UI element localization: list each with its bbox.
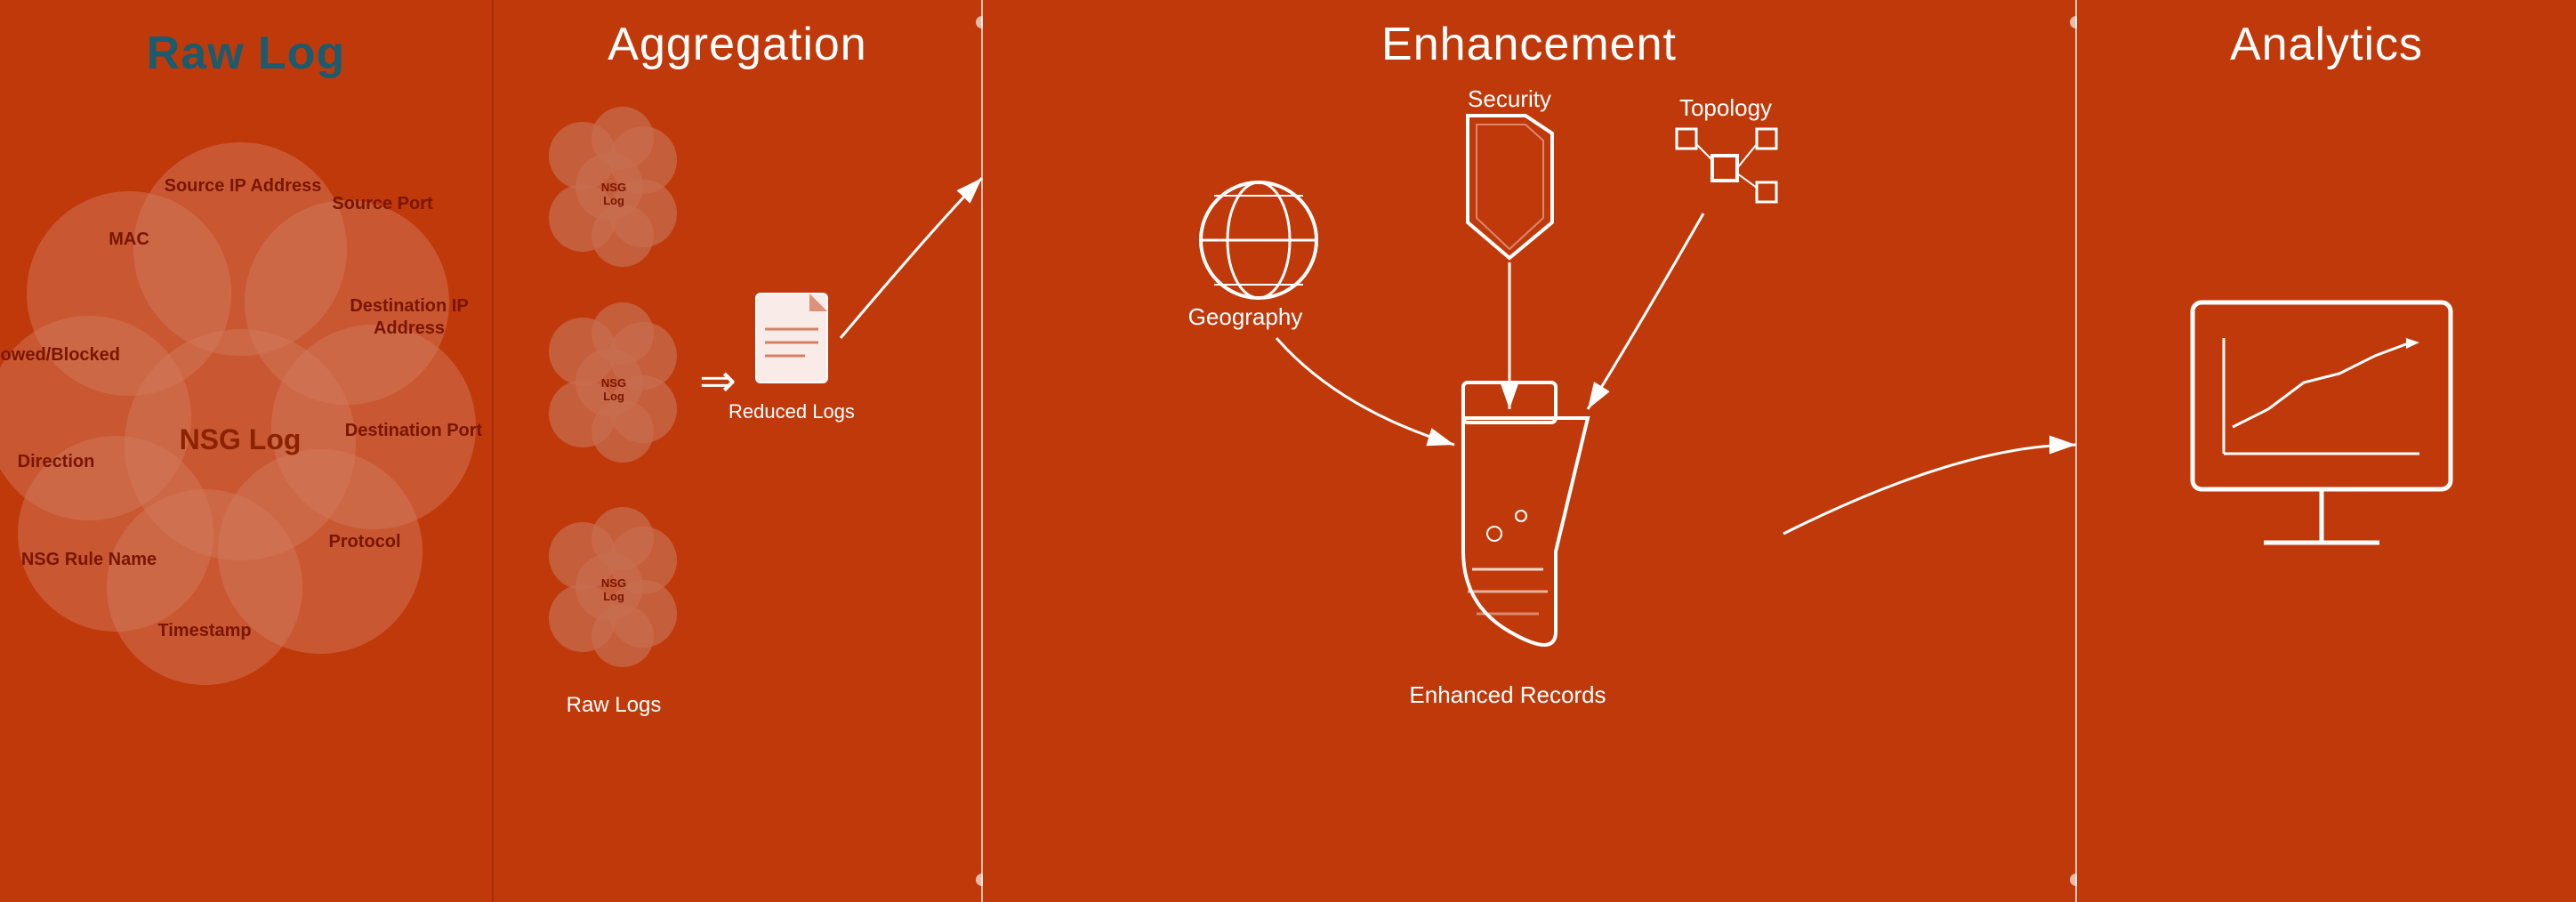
svg-text:Log: Log [603,194,624,207]
topology-icon-node3 [1677,129,1696,149]
topology-icon-node2 [1757,182,1776,202]
enhancement-scene: Geography Security Topology [983,0,2077,902]
aggregation-scene: NSG Log NSG Log NSG Log Raw Logs ⇒ [494,0,983,902]
reduced-logs-label: Reduced Logs [729,400,855,423]
timestamp-label: Timestamp [157,621,251,640]
enhanced-records-label: Enhanced Records [1409,681,1606,708]
chart-line [2233,342,2411,427]
top-left-circle [27,191,231,396]
nsg-bubble-3-7 [592,605,654,667]
nsg-log-label-1: NSG [601,181,626,194]
svg-text:Log: Log [603,590,624,603]
nsg-bubble-2-7 [592,400,654,463]
flask-bubble1 [1487,527,1501,541]
dest-ip-label2: Address [374,318,445,338]
topology-icon-center-node [1712,156,1737,181]
analytics-scene [2077,0,2576,902]
raw-logs-label: Raw Logs [567,693,662,717]
mac-label: MAC [109,230,149,249]
raw-log-section: Raw Log MAC Source IP Address Source Por… [0,0,494,902]
security-shield-icon-inner [1477,125,1543,249]
direction-label: Direction [18,452,95,471]
nsg-bubble-2-6 [592,302,654,365]
svg-text:Log: Log [603,390,624,403]
topo-line2 [1737,173,1757,188]
nsg-log-label-2: NSG [601,376,626,390]
dot-top [976,16,983,28]
dot-top [2070,16,2077,28]
aggregation-section: Aggregation NSG Log NSG Log [494,0,983,902]
nsg-bubble-3-6 [592,507,654,569]
allowed-blocked-label: Allowed/Blocked [0,345,120,365]
arrow-icon: ⇒ [699,356,737,406]
dot-bottom [976,874,983,886]
nsg-log-center-label: NSG Log [180,423,302,455]
source-ip-label: Source IP Address [165,176,322,196]
flask-body [1463,418,1588,645]
to-analytics-arrow [1783,445,2076,534]
security-label: Security [1468,85,1551,112]
monitor-screen [2193,302,2451,489]
dot-bottom [2070,874,2077,886]
chart-arrow [2406,338,2419,349]
dest-port-label: Destination Port [345,421,483,440]
topology-label: Topology [1679,94,1772,121]
topo-line1 [1737,144,1757,168]
nsg-log-label-3: NSG [601,576,626,590]
topology-icon-node1 [1757,129,1776,149]
nsg-bubble-1-7 [592,205,654,267]
nsg-rule-label: NSG Rule Name [21,550,157,569]
venn-diagram: MAC Source IP Address Source Port Allowe… [0,62,494,863]
curve-arrow [841,178,982,338]
flask-bubble2 [1516,511,1526,521]
topo-line3 [1696,144,1712,160]
geo-arrow [1276,338,1454,445]
nsg-bubble-1-6 [592,107,654,169]
enhancement-section: Enhancement Geography Security Topolog [983,0,2077,902]
geography-label: Geography [1188,303,1303,330]
protocol-label: Protocol [328,532,400,552]
topo-arrow [1588,213,1703,409]
source-port-label: Source Port [332,194,433,213]
analytics-section: Analytics [2077,0,2576,902]
dest-ip-label: Destination IP [350,296,468,316]
